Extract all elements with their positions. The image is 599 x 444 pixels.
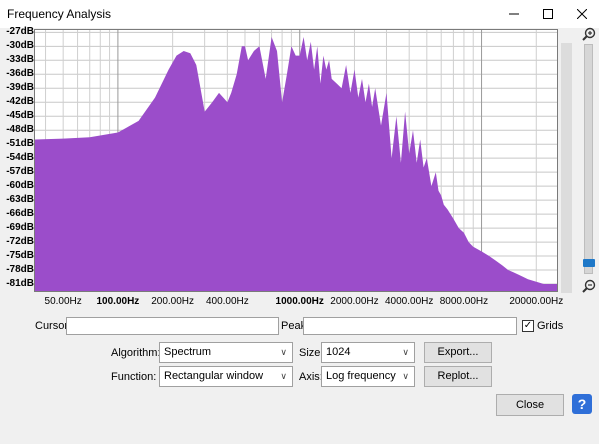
close-button[interactable]: Close: [496, 394, 564, 416]
y-tick-label: -27dB: [6, 26, 34, 38]
size-value: 1024: [326, 346, 351, 358]
zoom-in-icon[interactable]: [582, 27, 596, 41]
window-title: Frequency Analysis: [7, 7, 112, 21]
peak-field: [303, 317, 517, 335]
scrollbar-track[interactable]: [561, 43, 572, 293]
minimize-button[interactable]: [497, 0, 531, 28]
x-tick-label: 2000.00Hz: [330, 296, 379, 307]
grids-checkbox[interactable]: ✓: [522, 320, 534, 332]
chevron-down-icon: ∨: [402, 371, 409, 381]
y-tick-label: -81dB: [6, 278, 34, 289]
y-tick-label: -45dB: [6, 110, 34, 122]
x-tick-label: 100.00Hz: [96, 296, 140, 307]
y-tick-label: -72dB: [6, 236, 34, 248]
y-tick-label: -39dB: [6, 82, 34, 94]
y-tick-label: -78dB: [6, 264, 34, 276]
vertical-scrollbar[interactable]: [558, 29, 576, 293]
y-tick-label: -54dB: [6, 152, 34, 164]
y-tick-label: -63dB: [6, 194, 34, 206]
zoom-out-icon[interactable]: [582, 279, 596, 293]
minimize-icon: [509, 13, 519, 15]
function-label: Function:: [111, 371, 157, 383]
zoom-slider-track[interactable]: [584, 44, 593, 274]
algorithm-label: Algorithm:: [111, 347, 161, 359]
y-tick-label: -57dB: [6, 166, 34, 178]
x-tick-label: 20000.00Hz: [509, 296, 564, 307]
export-button[interactable]: Export...: [424, 342, 492, 363]
axis-label: Axis:: [299, 371, 323, 383]
close-icon: [577, 9, 587, 19]
y-tick-label: -33dB: [6, 54, 34, 66]
y-tick-label: -30dB: [6, 40, 34, 52]
function-value: Rectangular window: [164, 370, 264, 382]
algorithm-select[interactable]: Spectrum ∨: [159, 342, 293, 363]
y-tick-label: -51dB: [6, 138, 34, 150]
close-window-button[interactable]: [565, 0, 599, 28]
zoom-slider-handle[interactable]: [583, 259, 595, 267]
x-tick-label: 200.00Hz: [151, 296, 195, 307]
maximize-button[interactable]: [531, 0, 565, 28]
x-tick-label: 50.00Hz: [44, 296, 82, 307]
x-tick-label: 400.00Hz: [205, 296, 249, 307]
axis-select[interactable]: Log frequency ∨: [321, 366, 415, 387]
spectrum-chart: [35, 30, 557, 291]
y-axis-labels: -27dB -30dB -33dB -36dB -39dB -42dB -45dB -48dB…: [0, 26, 34, 299]
x-tick-label: 8000.00Hz: [439, 296, 489, 307]
size-label: Size:: [299, 347, 324, 359]
y-tick-label: -69dB: [6, 222, 34, 234]
axis-value: Log frequency: [326, 370, 396, 382]
spectrum-area: [35, 37, 557, 291]
help-button[interactable]: ?: [572, 394, 592, 414]
y-tick-label: -75dB: [6, 250, 34, 262]
function-select[interactable]: Rectangular window ∨: [159, 366, 293, 387]
maximize-icon: [543, 9, 553, 19]
help-icon: ?: [577, 396, 587, 412]
title-bar: Frequency Analysis: [0, 0, 599, 28]
grids-label: Grids: [537, 320, 564, 332]
y-tick-label: -48dB: [6, 124, 34, 136]
cursor-field: [66, 317, 279, 335]
y-tick-label: -60dB: [6, 180, 34, 192]
algorithm-value: Spectrum: [164, 346, 212, 358]
x-tick-label: 4000.00Hz: [385, 296, 434, 307]
replot-button[interactable]: Replot...: [424, 366, 492, 387]
x-tick-label: 1000.00Hz: [275, 296, 324, 307]
chevron-down-icon: ∨: [280, 347, 287, 357]
y-tick-label: -42dB: [6, 96, 34, 108]
x-axis-labels: 50.00Hz 100.00Hz 200.00Hz 400.00Hz 1000.00Hz…: [34, 294, 564, 308]
chevron-down-icon: ∨: [402, 347, 409, 357]
spectrum-plot[interactable]: [34, 29, 558, 292]
chevron-down-icon: ∨: [280, 371, 287, 381]
size-select[interactable]: 1024 ∨: [321, 342, 415, 363]
y-tick-label: -36dB: [6, 68, 34, 80]
y-tick-label: -66dB: [6, 208, 34, 220]
